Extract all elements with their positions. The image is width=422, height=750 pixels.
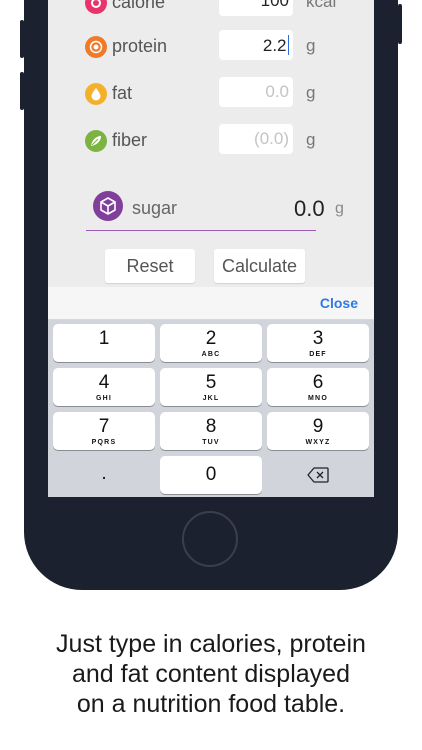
- home-button: [182, 511, 238, 567]
- fiber-input[interactable]: (0.0): [219, 124, 293, 154]
- fiber-unit: g: [306, 130, 316, 149]
- delete-key[interactable]: [267, 456, 369, 494]
- calculate-button[interactable]: Calculate: [214, 249, 305, 283]
- backspace-icon: [307, 467, 329, 483]
- calorie-label: calorie: [112, 0, 166, 12]
- close-keyboard-button[interactable]: Close: [320, 295, 358, 311]
- protein-label: protein: [112, 36, 168, 56]
- key-7[interactable]: 7 PQRS: [53, 412, 155, 450]
- reset-button[interactable]: Reset: [105, 249, 195, 283]
- calorie-row: calorie 100 kcal: [48, 0, 374, 24]
- key-4[interactable]: 4 GHI: [53, 368, 155, 406]
- key-6[interactable]: 6 MNO: [267, 368, 369, 406]
- fat-input[interactable]: 0.0: [219, 77, 293, 107]
- fat-unit: g: [306, 83, 316, 102]
- protein-row: protein 2.2 g: [48, 28, 374, 68]
- sugar-value: 0.0: [294, 196, 325, 221]
- numeric-keypad: 1 2 ABC 3 DEF 4 GHI 5 JKL 6 MNO 7 PQRS 8 TUV 9W…: [48, 320, 374, 497]
- key-3[interactable]: 3 DEF: [267, 324, 369, 362]
- sugar-unit: g: [335, 200, 344, 217]
- caption-line: on a nutrition food table.: [76, 690, 346, 718]
- side-button: [398, 4, 402, 44]
- side-button: [20, 20, 24, 58]
- key-5[interactable]: 5 JKL: [160, 368, 262, 406]
- caption-line: Just type in calories, protein: [56, 630, 366, 658]
- fat-label: fat: [112, 83, 133, 103]
- sugar-result-row: sugar 0.0 g: [86, 188, 344, 231]
- key-8[interactable]: 8 TUV: [160, 412, 262, 450]
- sugar-label: sugar: [132, 198, 178, 218]
- fat-row: fat 0.0 g: [48, 75, 374, 115]
- key-1[interactable]: 1: [53, 324, 155, 362]
- text-cursor: [287, 35, 289, 55]
- protein-icon: [85, 36, 107, 58]
- calorie-input[interactable]: 100: [219, 0, 293, 16]
- fiber-label: fiber: [112, 130, 148, 150]
- calorie-unit: kcal: [306, 0, 337, 11]
- side-button: [20, 72, 24, 110]
- fiber-row: fiber (0.0) g: [48, 122, 374, 162]
- keyboard-toolbar: Close: [48, 287, 374, 320]
- app-screen: calorie 100 kcal protein 2.2 g fat 0.0 g…: [48, 0, 374, 497]
- key-decimal[interactable]: .: [53, 456, 155, 494]
- fiber-leaf-icon: [85, 130, 107, 152]
- calorie-icon: [85, 0, 107, 14]
- key-2[interactable]: 2 ABC: [160, 324, 262, 362]
- cube-icon: [93, 191, 123, 221]
- protein-unit: g: [306, 36, 316, 55]
- key-9[interactable]: 9 WXYZ: [267, 412, 369, 450]
- protein-value: 2.2: [262, 36, 287, 55]
- protein-input[interactable]: 2.2: [219, 30, 293, 60]
- key-0[interactable]: 0: [160, 456, 262, 494]
- promo-caption: Just type in calories, protein and fat c…: [0, 629, 422, 719]
- fat-drop-icon: [85, 83, 107, 105]
- caption-line: and fat content displayed: [72, 660, 350, 688]
